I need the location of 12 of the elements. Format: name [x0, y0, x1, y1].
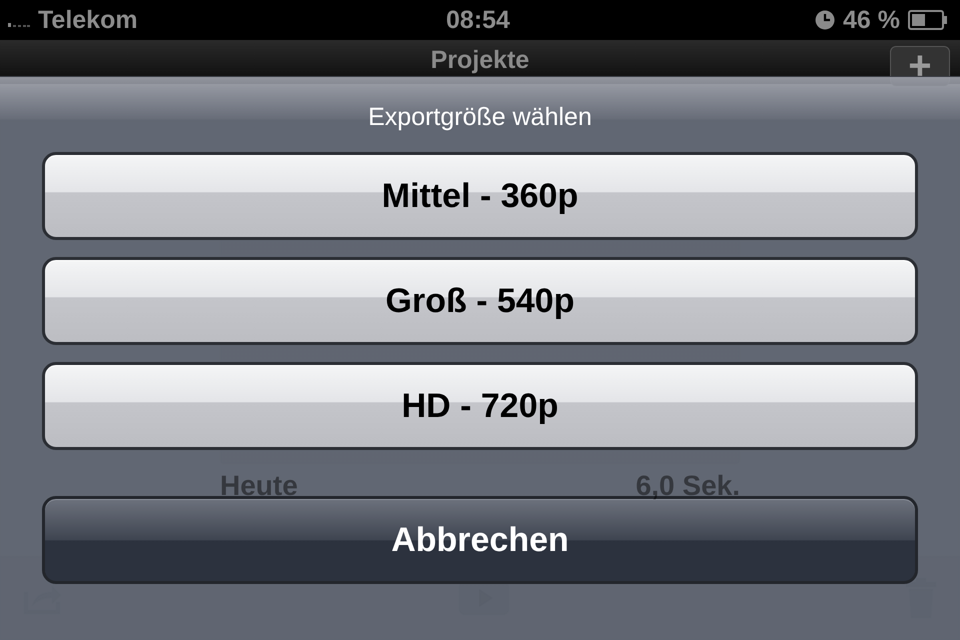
- clock-icon: [815, 10, 835, 30]
- status-time: 08:54: [446, 6, 510, 34]
- export-option-button[interactable]: HD - 720p: [42, 362, 918, 450]
- signal-icon: [8, 21, 30, 27]
- carrier-name: Telekom: [38, 6, 138, 34]
- cancel-button[interactable]: Abbrechen: [42, 496, 918, 584]
- export-option-button[interactable]: Mittel - 360p: [42, 152, 918, 240]
- battery-icon: [908, 10, 948, 30]
- action-sheet-title: Exportgröße wählen: [367, 103, 593, 132]
- export-option-button[interactable]: Groß - 540p: [42, 257, 918, 345]
- battery-percent: 46 %: [843, 6, 900, 34]
- navigation-title: Projekte: [430, 46, 530, 75]
